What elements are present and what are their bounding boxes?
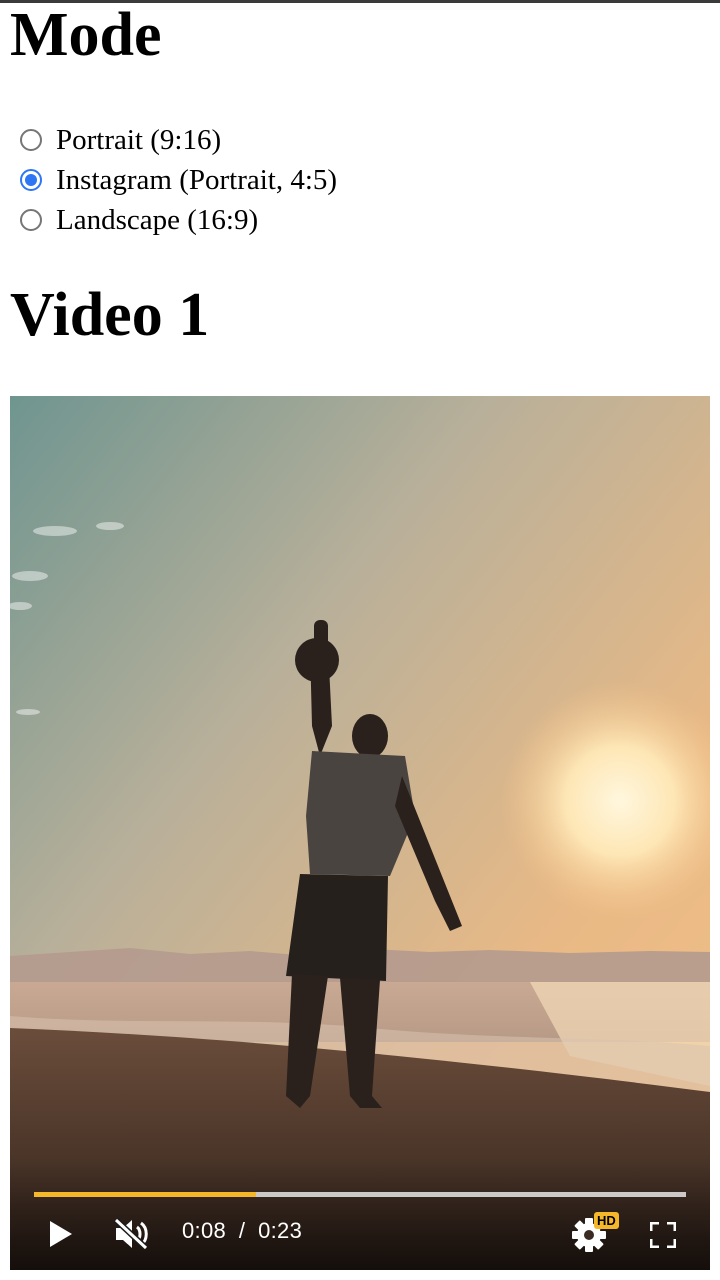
radio-portrait-label[interactable]: Portrait (9:16)	[56, 124, 221, 157]
mode-option-portrait[interactable]: Portrait (9:16)	[20, 120, 337, 160]
time-display: 0:08 / 0:23	[182, 1218, 302, 1244]
video-heading: Video 1	[10, 281, 210, 349]
mode-option-instagram[interactable]: Instagram (Portrait, 4:5)	[20, 160, 337, 200]
radio-instagram-label[interactable]: Instagram (Portrait, 4:5)	[56, 164, 337, 197]
play-icon[interactable]	[48, 1220, 74, 1248]
radio-landscape[interactable]	[20, 209, 42, 231]
radio-portrait[interactable]	[20, 129, 42, 151]
mode-option-landscape[interactable]: Landscape (16:9)	[20, 200, 337, 240]
progress-bar[interactable]	[34, 1192, 686, 1197]
video-player[interactable]: 0:08 / 0:23 HD	[10, 396, 710, 1270]
radio-landscape-label[interactable]: Landscape (16:9)	[56, 204, 258, 237]
video-frame[interactable]	[10, 396, 710, 1270]
hd-badge: HD	[594, 1212, 619, 1229]
time-separator: /	[238, 1218, 246, 1243]
mute-icon[interactable]	[112, 1216, 150, 1252]
current-time: 0:08	[182, 1218, 227, 1243]
progress-fill	[34, 1192, 256, 1197]
mode-radio-group: Portrait (9:16) Instagram (Portrait, 4:5…	[20, 120, 337, 240]
duration: 0:23	[258, 1218, 303, 1243]
fullscreen-icon[interactable]	[650, 1222, 676, 1248]
radio-instagram[interactable]	[20, 169, 42, 191]
mode-heading: Mode	[10, 1, 162, 69]
